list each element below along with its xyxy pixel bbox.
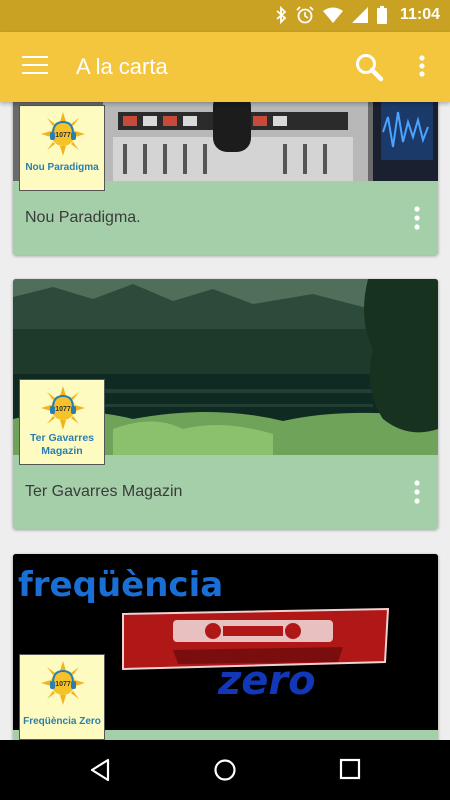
logo-number: 1077 [55, 681, 71, 688]
station-logo: 1077 Nou Paradigma [19, 105, 105, 191]
program-card[interactable]: 1077 Ter Gavarres Magazin Ter Gavarres M… [13, 279, 438, 529]
program-card[interactable]: 1077 Nou Paradigma Nou Paradigma. [13, 102, 438, 255]
home-icon[interactable] [213, 758, 237, 782]
logo-number: 1077 [55, 406, 71, 413]
card-footer[interactable]: Nou Paradigma. [13, 181, 438, 255]
sun-logo-icon: 1077 [41, 386, 85, 430]
system-nav-bar [0, 740, 450, 800]
status-time: 11:04 [399, 6, 440, 23]
card-more-icon[interactable] [414, 480, 420, 504]
bluetooth-icon [276, 6, 287, 24]
status-icons: 11:04 [275, 6, 440, 24]
station-logo: 1077 Ter Gavarres Magazin [19, 379, 105, 465]
back-icon[interactable] [88, 758, 112, 782]
program-card[interactable]: freqüència zero 1077 Freqüència Zero [13, 554, 438, 740]
recents-icon[interactable] [339, 758, 361, 780]
logo-number: 1077 [55, 132, 71, 139]
sun-logo-icon: 1077 [41, 661, 85, 705]
card-more-icon[interactable] [414, 206, 420, 230]
page-title: A la carta [76, 54, 168, 79]
card-footer[interactable]: Ter Gavarres Magazin [13, 455, 438, 529]
logo-label: Ter Gavarres Magazin [29, 432, 94, 457]
logo-label: Nou Paradigma [25, 162, 99, 173]
logo-label: Freqüència Zero [23, 716, 101, 727]
program-list[interactable]: 1077 Nou Paradigma Nou Paradigma. 1077 T… [0, 102, 450, 740]
more-vert-icon[interactable] [418, 54, 426, 78]
banner-text-bottom: zero [217, 658, 316, 704]
card-title: Nou Paradigma. [25, 209, 141, 226]
banner-text-top: freqüència [18, 565, 223, 605]
station-logo: 1077 Freqüència Zero [19, 654, 105, 740]
sun-logo-icon: 1077 [41, 112, 85, 156]
status-bar: 11:04 [0, 0, 450, 32]
wifi-icon [322, 7, 343, 23]
card-title: Ter Gavarres Magazin [25, 483, 183, 500]
battery-icon [376, 6, 387, 24]
search-icon[interactable] [354, 52, 384, 82]
menu-icon[interactable] [22, 56, 48, 76]
signal-icon [351, 7, 368, 23]
alarm-icon [296, 6, 314, 24]
app-bar: A la carta [0, 32, 450, 102]
